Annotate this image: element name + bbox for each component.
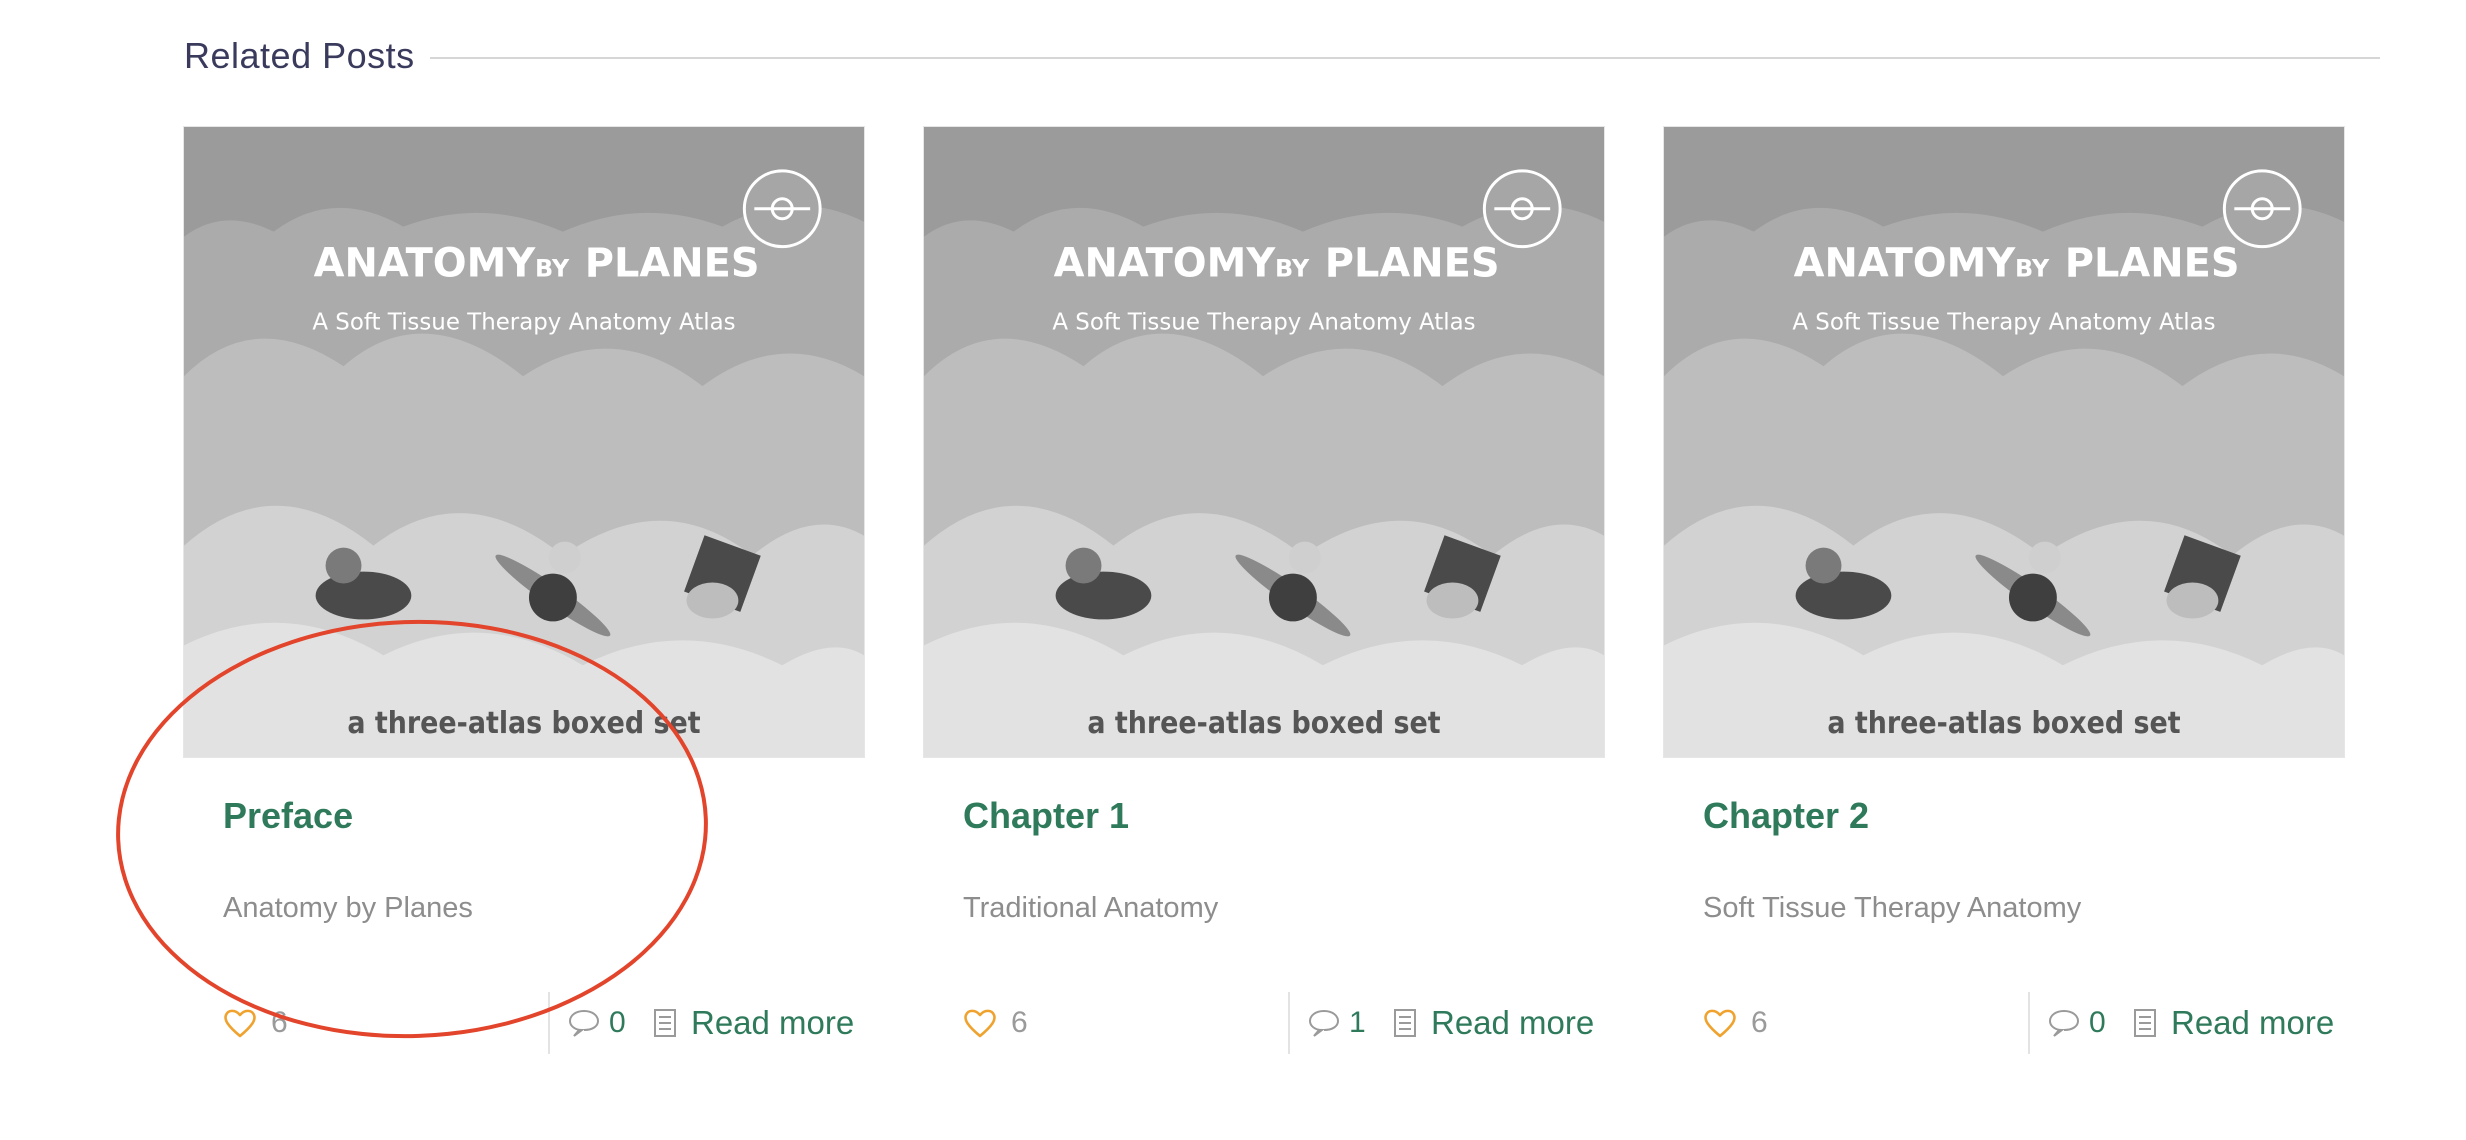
svg-text:PLANES: PLANES [1325,241,1500,287]
heart-icon [964,1009,996,1038]
svg-text:PLANES: PLANES [585,241,760,287]
svg-text:BY: BY [1275,255,1310,283]
like-button[interactable]: 6 [1703,998,1768,1048]
svg-text:BY: BY [535,255,570,283]
svg-text:a three-atlas boxed set: a three-atlas boxed set [1827,706,2180,741]
meta-divider [1288,992,1290,1054]
post-excerpt: Traditional Anatomy [963,892,1219,924]
comment-icon [2048,1010,2080,1037]
post-title[interactable]: Chapter 1 [963,794,1129,838]
book-cover-image: ANATOMY BY PLANES A Soft Tissue Therapy … [924,127,1604,757]
svg-text:A Soft Tissue Therapy Anatomy: A Soft Tissue Therapy Anatomy Atlas [1792,309,2215,335]
svg-text:a three-atlas boxed set: a three-atlas boxed set [1087,706,1440,741]
read-more-link[interactable]: Read more [1393,998,1594,1048]
post-meta-bar: 6 0 Read more [1663,992,2345,1054]
svg-text:A Soft Tissue Therapy Anatomy: A Soft Tissue Therapy Anatomy Atlas [1052,309,1475,335]
document-icon [2134,1009,2156,1037]
comment-count: 0 [2089,1006,2106,1039]
meta-divider [548,992,550,1054]
meta-divider [2028,992,2030,1054]
post-card: ANATOMY BY PLANES A Soft Tissue Therapy … [1663,126,2345,1086]
post-card: ANATOMY BY PLANES A Soft Tissue Therapy … [183,126,865,1086]
svg-text:A Soft Tissue Therapy Anatomy: A Soft Tissue Therapy Anatomy Atlas [312,309,735,335]
read-more-link[interactable]: Read more [653,998,854,1048]
svg-text:PLANES: PLANES [2065,241,2240,287]
post-title[interactable]: Chapter 2 [1703,794,1869,838]
svg-text:a three-atlas boxed set: a three-atlas boxed set [347,706,700,741]
post-meta-bar: 6 1 Read more [923,992,1605,1054]
section-title: Related Posts [184,35,415,76]
book-cover-image: ANATOMY BY PLANES A Soft Tissue Therapy … [1664,127,2344,757]
like-button[interactable]: 6 [963,998,1028,1048]
comment-icon [1308,1010,1340,1037]
post-thumbnail[interactable]: ANATOMY BY PLANES A Soft Tissue Therapy … [1663,126,2345,758]
like-count: 6 [1751,1006,1768,1039]
like-count: 6 [271,1006,288,1039]
document-icon [654,1009,676,1037]
read-more-link[interactable]: Read more [2133,998,2334,1048]
comment-count: 0 [609,1006,626,1039]
book-cover-image: ANATOMY BY PLANES A Soft Tissue Therapy … [184,127,864,757]
heart-icon [1704,1009,1736,1038]
read-more-label: Read more [691,1004,855,1041]
post-excerpt: Anatomy by Planes [223,892,473,924]
read-more-label: Read more [1431,1004,1595,1041]
svg-text:ANATOMY: ANATOMY [1794,241,2017,287]
read-more-label: Read more [2171,1004,2335,1041]
post-thumbnail[interactable]: ANATOMY BY PLANES A Soft Tissue Therapy … [183,126,865,758]
comment-count: 1 [1349,1006,1366,1039]
comment-icon [568,1010,600,1037]
section-divider [430,57,2380,59]
svg-text:BY: BY [2015,255,2050,283]
like-button[interactable]: 6 [223,998,288,1048]
comments-link[interactable]: 0 [567,998,626,1048]
svg-text:ANATOMY: ANATOMY [1054,241,1277,287]
post-thumbnail[interactable]: ANATOMY BY PLANES A Soft Tissue Therapy … [923,126,1605,758]
heart-icon [224,1009,256,1038]
post-excerpt: Soft Tissue Therapy Anatomy [1703,892,2082,924]
post-card: ANATOMY BY PLANES A Soft Tissue Therapy … [923,126,1605,1086]
like-count: 6 [1011,1006,1028,1039]
document-icon [1394,1009,1416,1037]
svg-text:ANATOMY: ANATOMY [314,241,537,287]
post-title[interactable]: Preface [223,794,353,838]
post-meta-bar: 6 0 Read more [183,992,865,1054]
comments-link[interactable]: 1 [1307,998,1366,1048]
related-posts-header: Related Posts [184,28,2380,84]
comments-link[interactable]: 0 [2047,998,2106,1048]
